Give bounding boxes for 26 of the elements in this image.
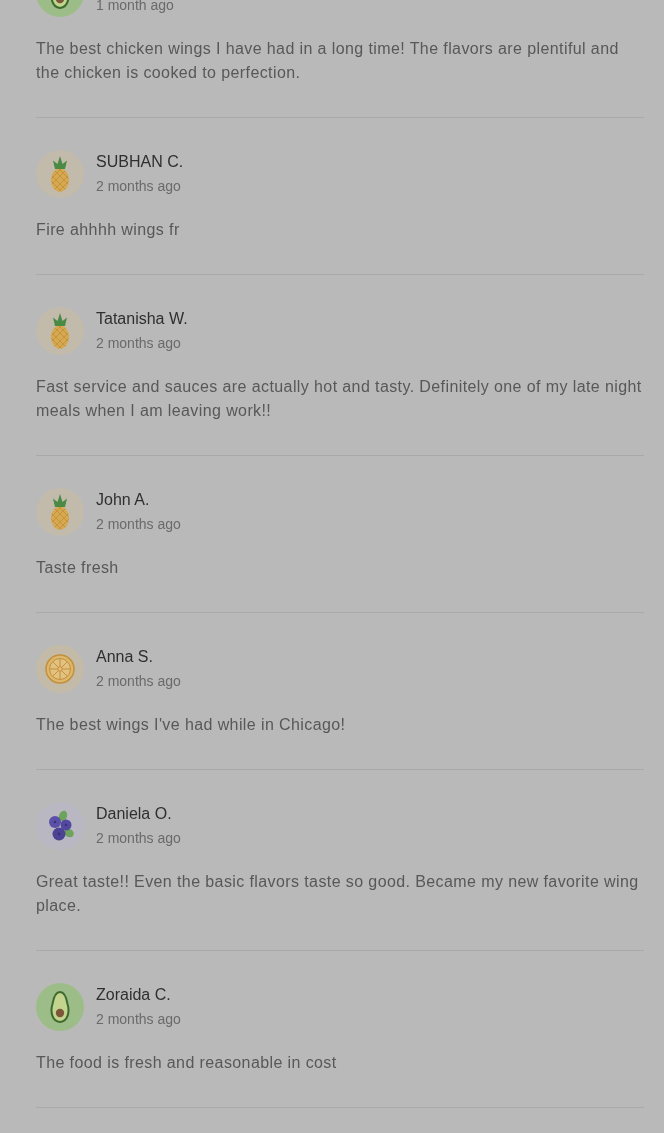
reviewer-name: John A. bbox=[96, 490, 151, 510]
pineapple-icon bbox=[36, 307, 84, 355]
review-time: 2 months ago bbox=[96, 177, 182, 196]
review-time: 1 month ago bbox=[96, 0, 174, 15]
reviewer-name: Tatanisha W. bbox=[96, 309, 188, 329]
review-text: Fire ahhhh wings fr bbox=[36, 220, 181, 240]
review-time: 2 months ago bbox=[96, 1010, 181, 1029]
blueberries-icon bbox=[36, 802, 84, 850]
review-text: The food is fresh and reasonable in cost bbox=[36, 1053, 338, 1073]
avocado-icon bbox=[36, 983, 84, 1031]
pineapple-icon bbox=[36, 488, 84, 536]
pineapple-icon bbox=[36, 150, 84, 198]
review-time: 2 months ago bbox=[96, 829, 181, 848]
review-time: 2 months ago bbox=[96, 672, 181, 691]
review-time: 2 months ago bbox=[96, 515, 181, 534]
review-text: Taste fresh bbox=[36, 558, 120, 578]
review-text: Great taste!! Even the basic flavors taste so good. Became my new favorite wing place. bbox=[36, 872, 640, 916]
reviewer-name: SUBHAN C. bbox=[96, 152, 184, 172]
review-time: 2 months ago bbox=[96, 334, 182, 353]
reviewer-name: Anna S. bbox=[96, 647, 154, 667]
review-text: The best chicken wings I have had in a long time! The flavors are plentiful and the chicken is cooked to perfection. bbox=[36, 39, 620, 83]
review-text: The best wings I've had while in Chicago! bbox=[36, 715, 347, 735]
citrus-slice-icon bbox=[36, 645, 84, 693]
reviewer-name: Zoraida C. bbox=[96, 985, 172, 1005]
review-text: Fast service and sauces are actually hot and tasty. Definitely one of my late night meals when I am leaving work!! bbox=[36, 377, 643, 421]
reviewer-name: Daniela O. bbox=[96, 804, 173, 824]
